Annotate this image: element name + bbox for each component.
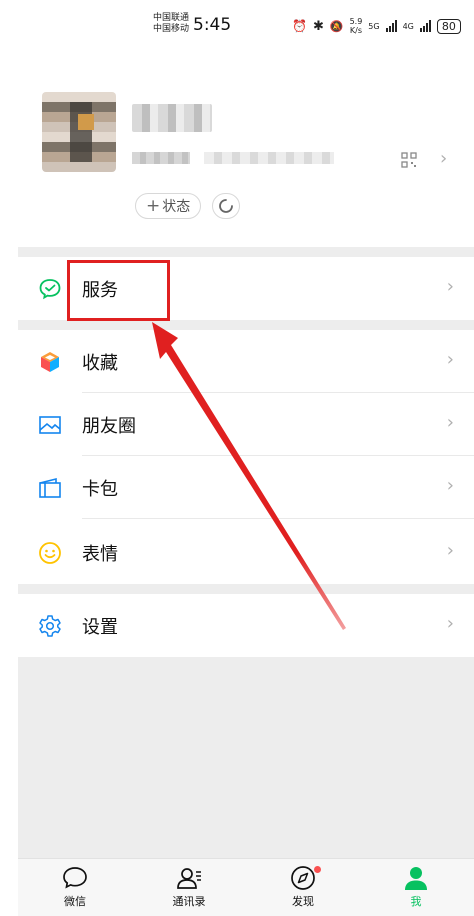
status-icons: ⏰ ✱ 🔕 5.9 K/s 5G 4G 80 <box>292 16 461 36</box>
menu-item-card-wallet[interactable]: 卡包 › <box>18 456 474 519</box>
add-status-button[interactable]: + 状态 <box>135 193 202 219</box>
status-bar: 中国联通 中国移动 5:45 ⏰ ✱ 🔕 5.9 K/s 5G 4G 80 <box>0 0 474 50</box>
chevron-right-icon: › <box>446 412 454 433</box>
service-icon <box>39 279 61 300</box>
profile-chevron-icon[interactable]: › <box>440 148 447 169</box>
menu-item-label: 设置 <box>82 617 118 638</box>
row-divider <box>82 518 474 519</box>
nickname-blurred <box>132 104 212 132</box>
chevron-right-icon: › <box>446 276 454 297</box>
compass-icon <box>291 866 315 890</box>
tab-contacts[interactable]: 通讯录 <box>149 865 229 909</box>
clock: 5:45 <box>193 15 232 35</box>
net-speed-value: 5.9 <box>349 17 363 26</box>
wechat-id-blurred <box>132 152 190 164</box>
tab-discover[interactable]: 发现 <box>263 865 343 909</box>
tab-label: 发现 <box>292 895 314 908</box>
bottom-tab-bar: 微信 通讯录 发现 我 <box>18 858 474 916</box>
section-gap <box>18 584 474 594</box>
tab-label: 通讯录 <box>172 895 206 908</box>
contacts-icon <box>177 868 201 889</box>
section-gap <box>18 247 474 257</box>
net-speed: 5.9 K/s <box>350 17 363 35</box>
menu-item-stickers[interactable]: 表情 › <box>18 521 474 584</box>
settings-icon <box>39 615 61 637</box>
menu-item-label: 收藏 <box>82 353 118 374</box>
wechat-id-value-blurred <box>204 152 334 164</box>
bluetooth-icon: ✱ <box>312 18 324 34</box>
chevron-right-icon: › <box>446 475 454 496</box>
battery-indicator: 80 <box>436 18 461 34</box>
status-history-button[interactable] <box>212 193 240 219</box>
signal-icon-2 <box>419 20 431 32</box>
qr-code-icon[interactable] <box>401 152 417 168</box>
tab-me[interactable]: 我 <box>376 865 456 909</box>
moments-icon <box>39 416 61 434</box>
tab-chats[interactable]: 微信 <box>35 865 115 909</box>
refresh-icon <box>219 199 233 213</box>
tab-label: 微信 <box>64 895 86 908</box>
chat-icon <box>63 867 87 889</box>
section-gap <box>18 320 474 330</box>
chevron-right-icon: › <box>446 349 454 370</box>
chevron-right-icon: › <box>446 540 454 561</box>
net-type-2: 4G <box>402 21 414 31</box>
menu-item-moments[interactable]: 朋友圈 › <box>18 393 474 456</box>
menu-item-label: 表情 <box>82 544 118 565</box>
tab-label: 我 <box>410 895 422 908</box>
me-icon <box>405 867 427 890</box>
menu-item-label: 卡包 <box>82 479 118 500</box>
net-speed-unit: K/s <box>349 26 362 35</box>
avatar[interactable] <box>42 92 116 172</box>
stickers-icon <box>39 542 61 564</box>
net-type-1: 5G <box>368 21 380 31</box>
empty-area <box>18 656 474 858</box>
highlight-box <box>67 260 170 321</box>
mute-icon: 🔕 <box>329 19 344 33</box>
alarm-icon: ⏰ <box>292 19 307 33</box>
carrier-1: 中国联通 <box>153 13 190 23</box>
menu-item-settings[interactable]: 设置 › <box>18 594 474 657</box>
plus-icon: + <box>146 196 161 216</box>
carrier-2: 中国移动 <box>153 24 190 34</box>
chevron-right-icon: › <box>446 613 454 634</box>
status-button-label: 状态 <box>162 199 191 215</box>
card-wallet-icon <box>39 477 61 498</box>
favorites-icon <box>41 352 59 372</box>
menu-item-label: 朋友圈 <box>82 416 136 437</box>
notification-dot <box>314 866 321 873</box>
menu-item-favorites[interactable]: 收藏 › <box>18 330 474 393</box>
signal-icon <box>385 20 397 32</box>
carrier-names: 中国联通 中国移动 <box>153 13 189 35</box>
